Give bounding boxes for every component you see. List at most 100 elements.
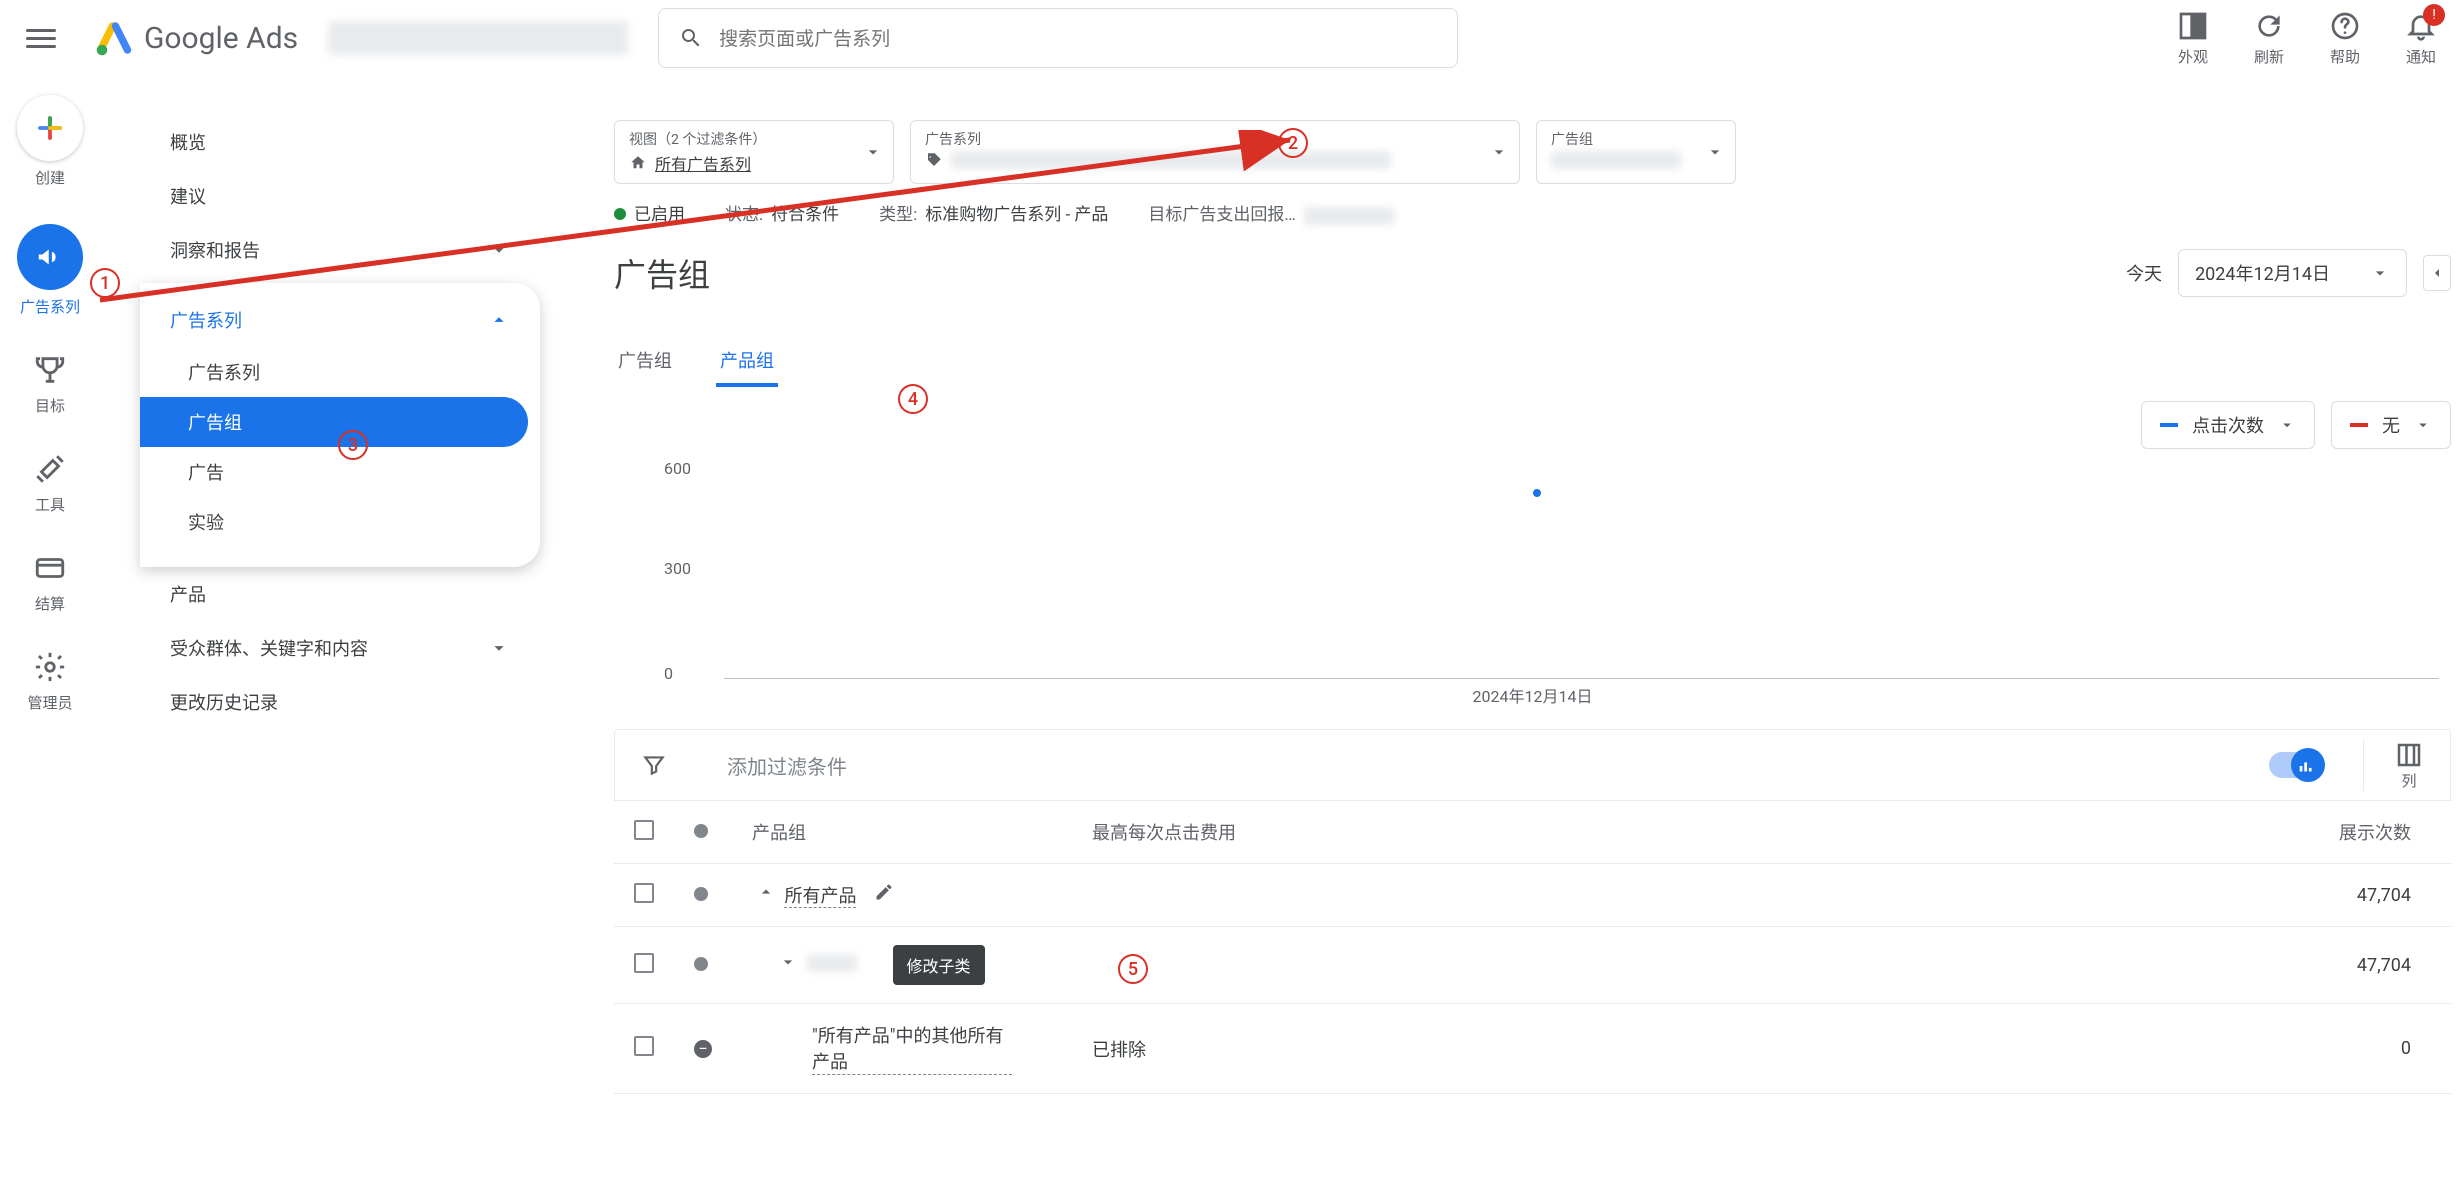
row-checkbox[interactable] — [634, 953, 654, 973]
status-dot[interactable] — [694, 957, 708, 971]
metric-none-selector[interactable]: 无 — [2331, 401, 2451, 449]
menu-icon[interactable] — [26, 23, 56, 53]
nav-experiments-child[interactable]: 实验 — [140, 497, 528, 547]
notifications-button[interactable]: ! 通知 — [2405, 10, 2437, 67]
caret-down-icon — [2278, 416, 2296, 434]
status-dot[interactable] — [694, 887, 708, 901]
x-axis — [724, 678, 2439, 679]
home-icon — [629, 154, 647, 172]
filter-icon[interactable] — [641, 752, 667, 778]
impressions-cell: 0 — [1272, 1004, 2451, 1094]
help-icon — [2329, 10, 2361, 42]
target-roas: 目标广告支出回报… — [1148, 200, 1393, 225]
metric-clicks-selector[interactable]: 点击次数 — [2141, 401, 2315, 449]
pencil-icon[interactable] — [874, 882, 894, 902]
adgroup-selector[interactable]: 广告组 — [1536, 120, 1736, 184]
nav-campaign-parent[interactable]: 广告系列 — [140, 293, 540, 347]
caret-down-icon — [1705, 142, 1725, 162]
col-impressions[interactable]: 展示次数 — [1272, 801, 2451, 864]
columns-button[interactable]: 列 — [2363, 740, 2424, 791]
expand-button[interactable] — [774, 952, 802, 972]
nav-recommendations[interactable]: 建议 — [140, 169, 540, 223]
card-icon — [33, 551, 67, 585]
table-row: 所有产品 47,704 — [614, 864, 2451, 927]
create-button[interactable]: 创建 — [17, 95, 83, 188]
status-enabled[interactable]: 已启用 — [614, 200, 685, 225]
view-selector[interactable]: 视图（2 个过滤条件） 所有广告系列 — [614, 120, 894, 184]
megaphone-icon — [35, 242, 65, 272]
breadcrumb-selectors: 视图（2 个过滤条件） 所有广告系列 广告系列 广告组 — [614, 120, 2451, 184]
product-group-table: 产品组 最高每次点击费用 展示次数 所有产品 47,704 — [614, 801, 2451, 1094]
status-eligible: 状态:符合条件 — [725, 200, 839, 225]
topbar: Google Ads 外观 刷新 帮助 ! 通知 — [0, 0, 2463, 76]
product-group-name-blurred[interactable] — [807, 954, 857, 972]
status-header-icon — [694, 824, 708, 838]
plus-icon — [35, 113, 65, 143]
add-filter-button[interactable]: 添加过滤条件 — [727, 751, 847, 780]
col-max-cpc[interactable]: 最高每次点击费用 — [1072, 801, 1272, 864]
tab-product-group[interactable]: 产品组 — [716, 337, 778, 387]
campaign-selector[interactable]: 广告系列 — [910, 120, 1520, 184]
rail-tools[interactable]: 工具 — [33, 452, 67, 515]
appearance-icon — [2177, 10, 2209, 42]
nav-history[interactable]: 更改历史记录 — [140, 675, 540, 729]
chart: 600 300 0 2024年12月14日 — [614, 459, 2451, 699]
search-bar[interactable] — [658, 8, 1458, 68]
chart-toggle-icon — [2296, 755, 2318, 777]
select-all-checkbox[interactable] — [634, 820, 654, 840]
red-line-icon — [2350, 423, 2368, 427]
top-actions: 外观 刷新 帮助 ! 通知 — [2177, 10, 2437, 67]
trophy-icon — [33, 353, 67, 387]
refresh-button[interactable]: 刷新 — [2253, 10, 2285, 67]
collapse-button[interactable] — [752, 882, 780, 902]
impressions-cell: 47,704 — [1272, 864, 2451, 927]
main-content: 视图（2 个过滤条件） 所有广告系列 广告系列 广告组 已启用 状态:符合条件 … — [614, 120, 2451, 1094]
row-checkbox[interactable] — [634, 1036, 654, 1056]
campaign-name-blurred — [951, 151, 1391, 169]
adgroup-name-blurred — [1551, 151, 1681, 169]
nav-overview[interactable]: 概览 — [140, 115, 540, 169]
rail-goals[interactable]: 目标 — [33, 353, 67, 416]
row-checkbox[interactable] — [634, 883, 654, 903]
blue-line-icon — [2160, 423, 2178, 427]
date-prev-button[interactable] — [2423, 255, 2451, 291]
page-title: 广告组 — [614, 250, 710, 296]
brand-name: Google Ads — [144, 21, 298, 56]
table-row: 修改子类 47,704 — [614, 927, 2451, 1004]
rail-billing[interactable]: 结算 — [33, 551, 67, 614]
filter-bar: 添加过滤条件 列 — [614, 729, 2451, 801]
tab-adgroup[interactable]: 广告组 — [614, 337, 676, 387]
account-name-blurred[interactable] — [328, 21, 628, 55]
google-ads-logo-icon — [96, 20, 132, 56]
search-input[interactable] — [719, 27, 1437, 50]
nav-insights[interactable]: 洞察和报告 — [140, 223, 540, 277]
status-excluded-icon[interactable]: − — [694, 1040, 712, 1058]
col-product-group[interactable]: 产品组 — [732, 801, 1072, 864]
columns-icon — [2394, 740, 2424, 770]
date-range-picker[interactable]: 2024年12月14日 — [2178, 249, 2407, 297]
y-tick: 600 — [664, 459, 691, 478]
campaign-type: 类型:标准购物广告系列 - 产品 — [879, 200, 1108, 225]
nav-campaigns-child[interactable]: 广告系列 — [140, 347, 528, 397]
search-icon — [679, 26, 703, 50]
wrench-icon — [33, 452, 67, 486]
nav-panel: 概览 建议 洞察和报告 广告系列 广告系列 广告组 广告 实验 产品 受众群体、… — [140, 115, 540, 729]
nav-adgroups-child[interactable]: 广告组 — [140, 397, 528, 447]
tabs: 广告组 产品组 — [614, 337, 2451, 387]
product-group-name[interactable]: 所有产品 — [784, 886, 856, 908]
chevron-up-icon — [488, 309, 510, 331]
nav-audiences[interactable]: 受众群体、关键字和内容 — [140, 621, 540, 675]
appearance-button[interactable]: 外观 — [2177, 10, 2209, 67]
help-button[interactable]: 帮助 — [2329, 10, 2361, 67]
product-group-name[interactable]: "所有产品"中的其他所有产品 — [812, 1022, 1012, 1075]
rail-admin[interactable]: 管理员 — [27, 650, 72, 713]
rail-campaigns[interactable]: 广告系列 — [17, 224, 83, 317]
nav-ads-child[interactable]: 广告 — [140, 447, 528, 497]
nav-products[interactable]: 产品 — [140, 567, 540, 621]
data-point[interactable] — [1533, 489, 1541, 497]
caret-down-icon — [863, 142, 883, 162]
chevron-down-icon — [488, 239, 510, 261]
summary-toggle[interactable] — [2269, 752, 2323, 778]
brand[interactable]: Google Ads — [96, 20, 298, 56]
edit-subdivisions-tooltip: 修改子类 — [893, 945, 985, 985]
